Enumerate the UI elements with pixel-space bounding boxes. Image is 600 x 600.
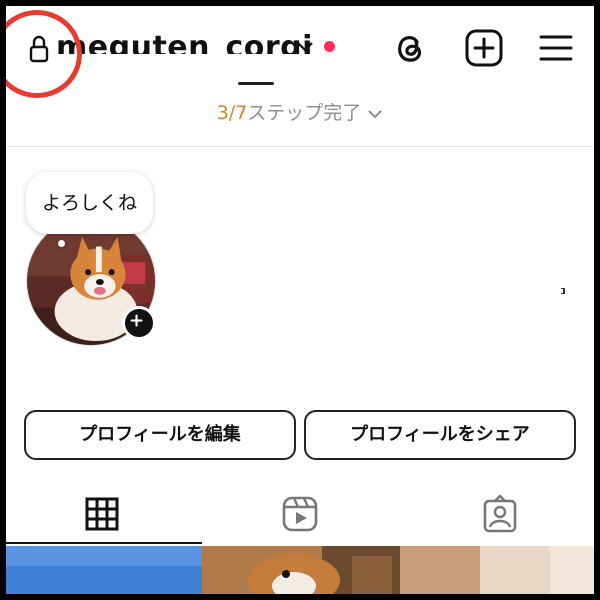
steps-count: 3/7 bbox=[216, 102, 248, 124]
decor-mark bbox=[561, 288, 565, 294]
device-frame: meguten_corgi 3/7ステップ完了 よろしくね プロフィールを編集 … bbox=[0, 0, 600, 600]
active-tab-indicator bbox=[6, 542, 202, 544]
notification-dot bbox=[324, 41, 335, 52]
post-thumbnail[interactable] bbox=[400, 546, 594, 594]
username-title[interactable]: meguten_corgi bbox=[56, 28, 313, 54]
note-bubble[interactable]: よろしくね bbox=[26, 172, 154, 234]
note-tail-dot bbox=[58, 240, 65, 247]
chevron-down-icon[interactable] bbox=[296, 40, 314, 54]
annotation-circle bbox=[6, 10, 82, 98]
share-profile-button[interactable]: プロフィールをシェア bbox=[304, 410, 576, 460]
profile-screen: meguten_corgi 3/7ステップ完了 よろしくね プロフィールを編集 … bbox=[6, 6, 594, 594]
steps-label: ステップ完了 bbox=[247, 102, 362, 124]
chevron-down-icon bbox=[368, 109, 383, 118]
post-thumbnail[interactable] bbox=[202, 546, 400, 594]
reels-icon[interactable] bbox=[280, 494, 320, 534]
tagged-icon[interactable] bbox=[480, 494, 520, 534]
profile-header: meguten_corgi bbox=[6, 6, 594, 98]
header-dash bbox=[238, 82, 274, 85]
post-thumbnail[interactable] bbox=[6, 546, 202, 594]
section-divider bbox=[6, 146, 594, 147]
edit-profile-button[interactable]: プロフィールを編集 bbox=[24, 410, 296, 460]
threads-icon[interactable] bbox=[390, 28, 430, 68]
hamburger-menu-icon[interactable] bbox=[538, 32, 574, 64]
plus-square-icon[interactable] bbox=[464, 28, 504, 68]
grid-icon[interactable] bbox=[82, 494, 122, 534]
steps-progress[interactable]: 3/7ステップ完了 bbox=[6, 98, 594, 125]
plus-icon[interactable] bbox=[122, 306, 156, 340]
